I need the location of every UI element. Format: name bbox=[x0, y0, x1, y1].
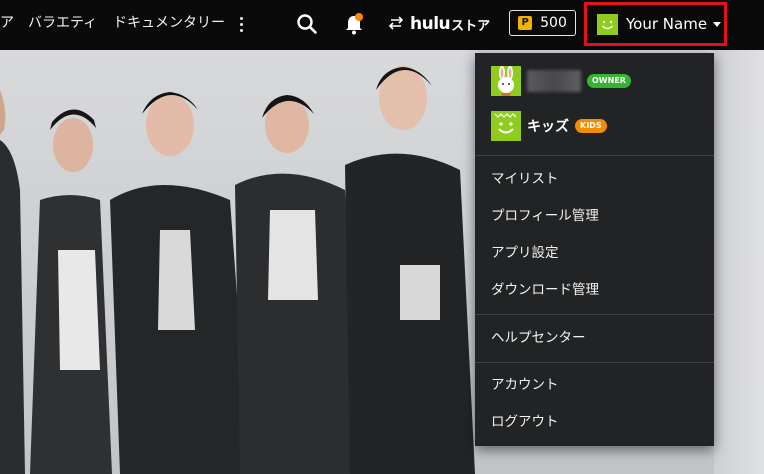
nav-link-documentary[interactable]: ドキュメンタリー bbox=[113, 14, 225, 32]
menu-item-app-settings[interactable]: アプリ設定 bbox=[491, 244, 559, 262]
divider bbox=[475, 155, 714, 156]
divider bbox=[475, 314, 714, 315]
nav-link-partial[interactable]: ア bbox=[0, 14, 14, 32]
rabbit-avatar-icon bbox=[491, 66, 521, 96]
notification-dot bbox=[355, 13, 363, 21]
profile-name: Your Name bbox=[626, 15, 708, 33]
owner-name-redacted bbox=[527, 70, 581, 92]
chevron-down-icon bbox=[713, 21, 722, 27]
points-button[interactable]: P 500 bbox=[509, 10, 576, 36]
divider bbox=[475, 362, 714, 363]
menu-item-account[interactable]: アカウント bbox=[491, 376, 559, 394]
search-icon[interactable] bbox=[295, 12, 319, 36]
points-value: 500 bbox=[540, 15, 567, 31]
menu-item-download-management[interactable]: ダウンロード管理 bbox=[491, 281, 599, 299]
hulu-store-link[interactable]: hulu ストア bbox=[388, 12, 490, 36]
profile-owner[interactable]: OWNER bbox=[491, 66, 631, 96]
swap-arrows-icon bbox=[388, 15, 404, 34]
nav-link-variety[interactable]: バラエティ bbox=[28, 14, 97, 32]
menu-item-help-center[interactable]: ヘルプセンター bbox=[491, 329, 586, 347]
profile-avatar-icon bbox=[597, 13, 618, 35]
hulu-logo-text: hulu bbox=[410, 14, 451, 34]
points-icon: P bbox=[518, 16, 533, 30]
hero-right-edge bbox=[714, 50, 764, 474]
store-label: ストア bbox=[451, 18, 491, 34]
notification-bell-icon[interactable] bbox=[342, 11, 366, 37]
profile-dropdown-menu: OWNER キッズ KIDS マイリスト プロフィール管理 アプリ設定 ダウンロ… bbox=[475, 53, 714, 446]
kids-profile-name: キッズ bbox=[527, 119, 569, 135]
more-menu-icon[interactable] bbox=[237, 14, 245, 34]
profile-kids[interactable]: キッズ KIDS bbox=[491, 111, 607, 141]
profile-menu-button[interactable]: Your Name bbox=[584, 2, 727, 46]
menu-item-my-list[interactable]: マイリスト bbox=[491, 170, 559, 188]
menu-item-profile-management[interactable]: プロフィール管理 bbox=[491, 207, 599, 225]
page: ア バラエティ ドキュメンタリー hulu ストア P 500 Your Nam… bbox=[0, 0, 764, 474]
top-navigation-bar: ア バラエティ ドキュメンタリー hulu ストア P 500 Your Nam… bbox=[0, 0, 764, 50]
kids-badge: KIDS bbox=[575, 119, 607, 133]
owner-badge: OWNER bbox=[587, 74, 631, 88]
menu-item-logout[interactable]: ログアウト bbox=[491, 413, 559, 431]
kids-smile-avatar-icon bbox=[491, 111, 521, 141]
